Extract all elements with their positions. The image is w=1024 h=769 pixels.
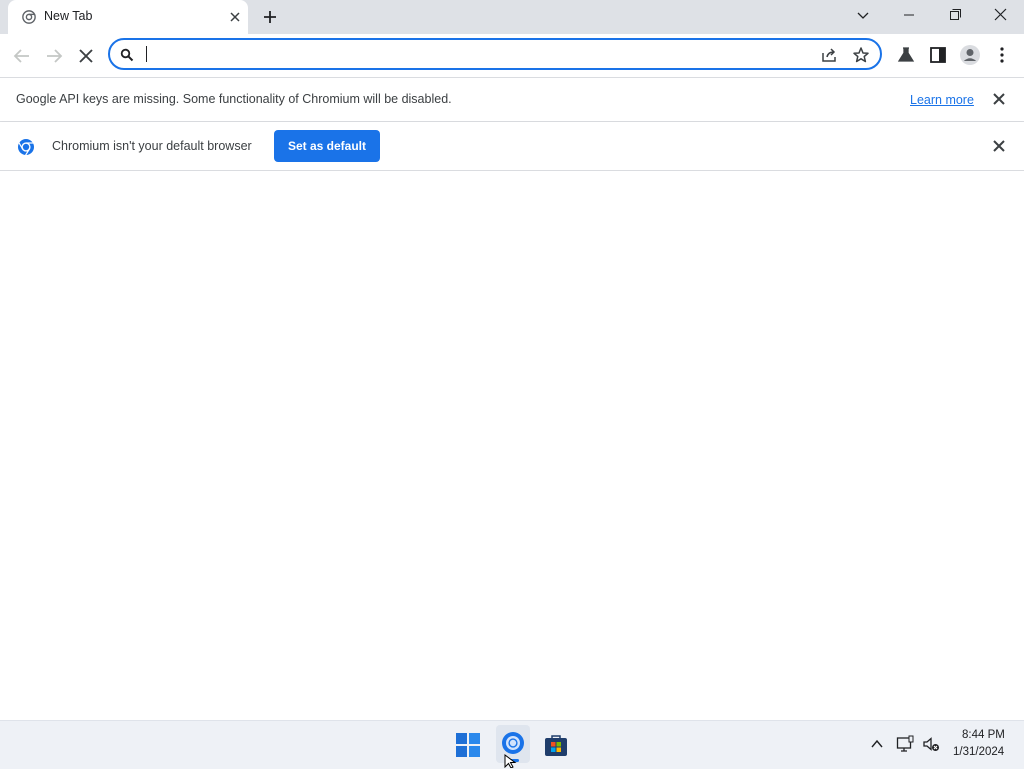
mouse-cursor-icon [504,754,517,768]
search-icon [120,48,134,62]
omnibox[interactable] [108,38,882,70]
windows-start-icon[interactable] [456,733,480,757]
close-icon[interactable] [990,6,1012,26]
tab-new-tab[interactable]: New Tab [8,0,248,34]
infobar-message: Chromium isn't your default browser [52,139,252,153]
infobar-message: Google API keys are missing. Some functi… [16,92,452,106]
close-icon[interactable] [992,92,1006,106]
set-as-default-button[interactable]: Set as default [274,130,380,162]
tab-title: New Tab [44,9,93,23]
store-icon[interactable] [544,733,568,757]
share-icon[interactable] [820,46,838,64]
network-icon[interactable] [896,735,914,753]
clock-time[interactable]: 8:44 PM [962,729,1005,741]
address-input[interactable] [144,44,794,64]
tab-strip: New Tab [0,0,1024,34]
caret-up-icon[interactable] [870,737,884,751]
back-arrow-icon[interactable] [11,45,33,67]
api-keys-infobar: Google API keys are missing. Some functi… [0,78,1024,122]
volume-muted-icon[interactable] [922,735,940,753]
page-content [0,171,1024,719]
side-panel-icon[interactable] [928,45,948,65]
chevron-down-icon[interactable] [852,6,874,26]
close-icon[interactable] [992,139,1006,153]
chromium-logo-icon [18,139,34,156]
restore-icon[interactable] [944,6,966,26]
text-caret [146,46,147,62]
kebab-menu-icon[interactable] [994,45,1010,65]
flask-icon[interactable] [896,45,916,65]
minimize-icon[interactable] [898,6,920,26]
clock-date[interactable]: 1/31/2024 [953,746,1004,758]
learn-more-link[interactable]: Learn more [910,93,974,107]
profile-icon[interactable] [959,44,981,66]
chromium-icon [502,732,524,754]
plus-icon[interactable] [262,9,278,25]
stop-icon[interactable] [75,45,97,67]
chromium-icon [22,10,36,24]
forward-arrow-icon[interactable] [43,45,65,67]
close-icon[interactable] [228,10,242,24]
star-icon[interactable] [852,46,870,64]
default-browser-infobar: Chromium isn't your default browser Set … [0,122,1024,171]
